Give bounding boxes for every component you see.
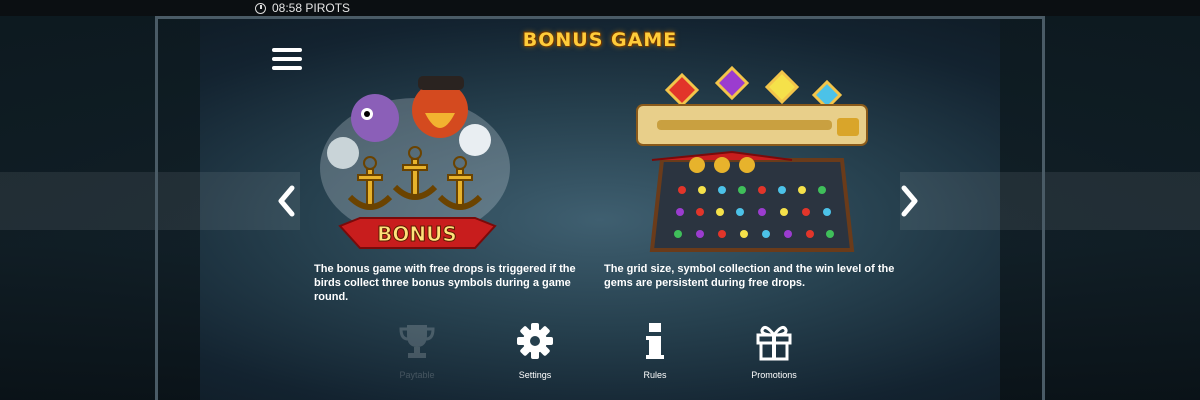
parrot-purple [351,94,399,142]
chevron-right-icon [901,185,918,217]
bonus-symbol-illustration: BONUS [320,76,510,249]
gear-icon [517,323,553,359]
promotions-label: Promotions [751,370,797,380]
rules-button[interactable]: Rules [615,320,695,380]
gem-grid [649,158,855,252]
promotions-button[interactable]: Promotions [734,320,814,380]
parrot-white [459,124,491,156]
settings-button[interactable]: Settings [495,320,575,380]
next-page-button[interactable] [898,184,920,218]
menu-icon-bar [272,57,302,61]
rules-label: Rules [643,370,667,380]
status-bar: 08:58 PIROTS [0,0,1200,16]
paytable-button[interactable]: Paytable [377,320,457,380]
parrot-grey [327,137,359,169]
bonus-banner-text: BONUS [377,222,457,246]
free-drops-grid-illustration [636,65,868,252]
menu-button[interactable] [272,48,302,78]
parrot-red-pirate [412,82,468,138]
paytable-label: Paytable [399,370,435,380]
chevron-left-icon [278,185,295,217]
trophy-icon [399,325,435,358]
page-title: BONUS GAME [522,29,678,51]
info-icon [646,323,664,359]
menu-icon-bar [272,66,302,70]
gem-collection-row [664,65,843,111]
status-clock: 08:58 PIROTS [255,0,350,16]
treasure-chest [837,118,859,136]
settings-label: Settings [518,370,552,380]
clock-icon [255,2,266,14]
status-time-game: 08:58 PIROTS [272,1,351,15]
bonus-trigger-description: The bonus game with free drops is trigge… [314,263,576,303]
previous-page-button[interactable] [276,184,298,218]
grid-anchor-symbols [689,157,755,173]
grid-persistence-description: The grid size, symbol collection and the… [604,263,895,289]
gift-icon [756,325,792,361]
